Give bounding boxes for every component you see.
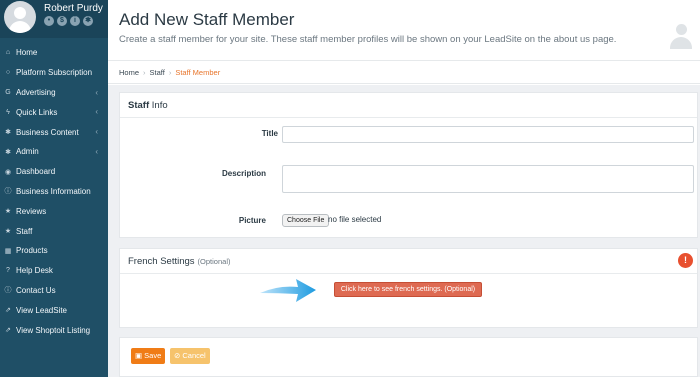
sidebar: Robert Purdy • $ i ✱ ⌂ Home ○ Platform Subs…: [0, 0, 108, 377]
info-icon: ⓘ: [4, 188, 12, 196]
sidebar-item-products[interactable]: ▦ Products: [0, 241, 108, 261]
alert-icon[interactable]: !: [678, 253, 693, 268]
bolt-icon: ϟ: [6, 108, 10, 116]
sidebar-item-platform-subscription[interactable]: ○ Platform Subscription: [0, 63, 108, 83]
sidebar-item-home[interactable]: ⌂ Home: [0, 43, 108, 63]
sidebar-item-label: Home: [16, 48, 38, 58]
breadcrumb-home[interactable]: Home: [119, 68, 139, 77]
page-title: Add New Staff Member: [119, 10, 295, 29]
sidebar-item-view-shoptoit-listing[interactable]: ⇗ View Shoptoit Listing: [0, 320, 108, 340]
panel-title-bold: Staff: [128, 100, 150, 111]
sidebar-item-label: Reviews: [16, 206, 47, 216]
avatar[interactable]: [4, 1, 36, 33]
sidebar-item-dashboard[interactable]: ◉ Dashboard: [0, 162, 108, 182]
settings-icon[interactable]: ✱: [83, 16, 93, 26]
optional-label: (Optional): [197, 257, 231, 266]
profile-actions: • $ i ✱: [44, 16, 93, 26]
title-input[interactable]: [282, 126, 694, 143]
save-label: Save: [144, 351, 162, 360]
picture-label: Picture: [238, 216, 266, 225]
cancel-button[interactable]: ⊘ Cancel: [170, 348, 210, 364]
panel-title: French Settings (Optional): [128, 256, 230, 267]
user-silhouette-icon: [668, 24, 694, 50]
choose-file-button[interactable]: Choose File: [282, 214, 330, 227]
french-title: French Settings: [128, 256, 195, 267]
gear-icon: ✱: [5, 129, 11, 137]
form-actions: ▣ Save ⊘ Cancel: [119, 337, 698, 377]
sidebar-item-label: Platform Subscription: [16, 68, 93, 78]
panel-header: Staff Info: [120, 93, 697, 118]
chevron-left-icon: ‹: [95, 146, 98, 156]
sidebar-item-label: Business Content: [16, 127, 79, 137]
sidebar-item-label: Staff: [16, 226, 33, 236]
sidebar-item-label: Advertising: [16, 87, 56, 97]
user-name[interactable]: Robert Purdy: [44, 3, 103, 14]
arrow-right-icon: [260, 279, 316, 302]
cancel-label: Cancel: [182, 351, 206, 360]
content-area: Staff Info Title Description Picture Cho…: [108, 85, 700, 377]
circle-icon: ○: [5, 69, 11, 77]
sidebar-item-advertising[interactable]: G Advertising ‹: [0, 83, 108, 103]
chevron-left-icon: ‹: [95, 107, 98, 117]
breadcrumb-current: Staff Member: [175, 68, 221, 77]
sidebar-item-reviews[interactable]: ★ Reviews: [0, 201, 108, 221]
google-icon: G: [5, 88, 11, 96]
breadcrumb: Home › Staff › Staff Member: [119, 68, 220, 77]
main-content: Add New Staff Member Create a staff memb…: [108, 0, 700, 377]
sidebar-item-business-information[interactable]: ⓘ Business Information: [0, 182, 108, 202]
breadcrumb-separator: ›: [168, 68, 172, 77]
panel-title: Staff Info: [128, 100, 168, 111]
user-icon[interactable]: •: [44, 16, 54, 26]
sidebar-item-label: Quick Links: [16, 107, 58, 117]
sidebar-item-contact-us[interactable]: ⓘ Contact Us: [0, 281, 108, 301]
sidebar-item-view-leadsite[interactable]: ⇗ View LeadSite: [0, 300, 108, 320]
info-icon: ⓘ: [4, 287, 12, 295]
info-icon[interactable]: i: [70, 16, 80, 26]
save-button[interactable]: ▣ Save: [131, 348, 165, 364]
sidebar-item-label: Dashboard: [16, 167, 56, 177]
sidebar-item-help-desk[interactable]: ? Help Desk: [0, 261, 108, 281]
sidebar-item-staff[interactable]: ★ Staff: [0, 221, 108, 241]
sidebar-item-label: View LeadSite: [16, 305, 67, 315]
user-profile: Robert Purdy • $ i ✱: [0, 0, 108, 38]
sidebar-item-label: View Shoptoit Listing: [16, 325, 91, 335]
breadcrumb-staff[interactable]: Staff: [150, 68, 165, 77]
breadcrumb-separator: ›: [143, 68, 146, 77]
home-icon: ⌂: [5, 49, 11, 57]
star-icon: ★: [4, 208, 12, 216]
french-settings-panel: French Settings (Optional) ! Click here t…: [119, 248, 698, 328]
link-icon: ⇗: [5, 307, 11, 315]
chevron-left-icon: ‹: [95, 87, 98, 97]
breadcrumb-bar: Home › Staff › Staff Member: [108, 60, 700, 84]
cart-icon: ▦: [4, 247, 12, 255]
description-textarea[interactable]: [282, 165, 694, 193]
dollar-icon[interactable]: $: [57, 16, 67, 26]
page-subtitle: Create a staff member for your site. The…: [119, 34, 617, 45]
dashboard-icon: ◉: [4, 168, 12, 176]
star-icon: ★: [4, 228, 12, 236]
sidebar-item-label: Contact Us: [16, 285, 56, 295]
panel-title-rest: Info: [151, 100, 168, 111]
question-icon: ?: [6, 267, 10, 275]
description-label: Description: [221, 169, 266, 178]
french-settings-button[interactable]: Click here to see french settings. (Opti…: [334, 282, 482, 297]
sidebar-item-label: Business Information: [16, 186, 91, 196]
title-label: Title: [261, 129, 278, 138]
link-icon: ⇗: [5, 327, 11, 335]
chevron-left-icon: ‹: [95, 127, 98, 137]
save-icon: ▣: [135, 351, 145, 360]
file-status: no file selected: [328, 215, 382, 224]
sidebar-item-label: Products: [16, 246, 48, 256]
sidebar-item-business-content[interactable]: ✱ Business Content ‹: [0, 122, 108, 142]
panel-header: French Settings (Optional) !: [120, 249, 697, 274]
sidebar-item-quick-links[interactable]: ϟ Quick Links ‹: [0, 102, 108, 122]
sidebar-item-admin[interactable]: ✱ Admin ‹: [0, 142, 108, 162]
gear-icon: ✱: [5, 148, 11, 156]
sidebar-item-label: Help Desk: [16, 266, 53, 276]
sidebar-item-label: Admin: [16, 147, 39, 157]
staff-info-panel: Staff Info Title Description Picture Cho…: [119, 92, 698, 238]
sidebar-nav: ⌂ Home ○ Platform Subscription G Advertising ‹…: [0, 43, 108, 340]
